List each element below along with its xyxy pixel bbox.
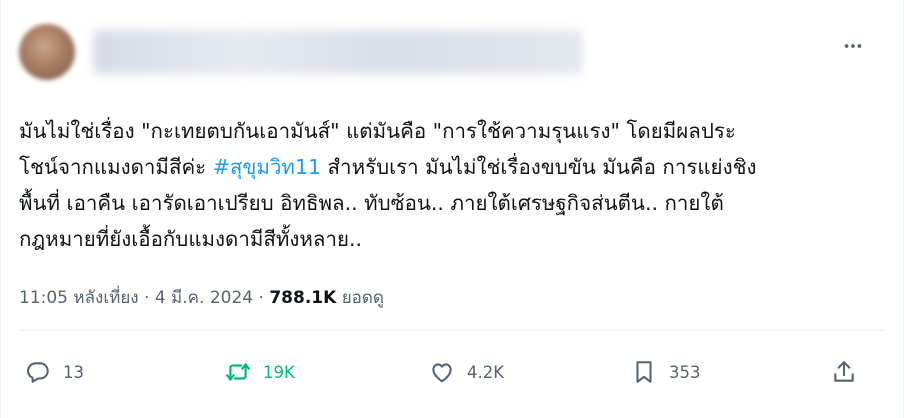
tweet-text-line: พื้นที่ เอาคืน เอารัดเอาเปรียบ อิทธิพล..…	[19, 191, 724, 215]
action-bar: 13 19K 4.2K 353	[1, 348, 904, 396]
like-icon	[432, 363, 452, 383]
more-options-button[interactable]	[839, 34, 867, 58]
views-count[interactable]: 788.1K	[269, 288, 336, 308]
reply-count: 13	[63, 362, 84, 382]
retweet-icon	[226, 363, 250, 381]
meta-separator: ·	[138, 288, 155, 308]
share-icon	[834, 361, 854, 382]
divider	[19, 330, 885, 331]
reply-button[interactable]: 13	[25, 348, 84, 396]
retweet-count: 19K	[263, 362, 295, 382]
reply-icon	[27, 362, 49, 383]
like-count: 4.2K	[467, 362, 505, 382]
views-label: ยอดดู	[341, 288, 384, 308]
author-name-redacted[interactable]	[93, 30, 583, 74]
tweet-text-segment: สำหรับเรา มันไม่ใช่เรื่องขบขัน มันคือ กา…	[321, 155, 757, 179]
hashtag-link[interactable]: #สุขุมวิท11	[213, 155, 321, 179]
more-icon	[844, 44, 862, 48]
bookmark-count: 353	[669, 362, 701, 382]
tweet-text-line: โชน์จากแมงดามีสีค่ะ #สุขุมวิท11 สำหรับเร…	[19, 149, 879, 185]
timestamp-date[interactable]: 4 มี.ค. 2024	[155, 288, 253, 308]
timestamp-time[interactable]: 11:05 หลังเที่ยง	[19, 288, 139, 308]
bookmark-icon	[636, 361, 652, 383]
tweet-text-line: กฎหมายที่ยังเอื้อกับแมงดามีสีทั้งหลาย..	[19, 227, 363, 251]
tweet-text-line: มันไม่ใช่เรื่อง "กะเทยตบกันเอามันส์" แต่…	[19, 119, 736, 143]
like-button[interactable]: 4.2K	[429, 348, 504, 396]
bookmark-button[interactable]: 353	[631, 348, 701, 396]
share-button[interactable]	[831, 348, 869, 396]
tweet-card: มันไม่ใช่เรื่อง "กะเทยตบกันเอามันส์" แต่…	[0, 0, 904, 418]
retweet-button[interactable]: 19K	[225, 348, 295, 396]
meta-separator: ·	[253, 288, 270, 308]
tweet-meta: 11:05 หลังเที่ยง · 4 มี.ค. 2024 · 788.1K…	[19, 284, 384, 311]
avatar[interactable]	[19, 24, 75, 80]
tweet-text: มันไม่ใช่เรื่อง "กะเทยตบกันเอามันส์" แต่…	[19, 113, 879, 257]
tweet-text-segment: โชน์จากแมงดามีสีค่ะ	[19, 155, 213, 179]
